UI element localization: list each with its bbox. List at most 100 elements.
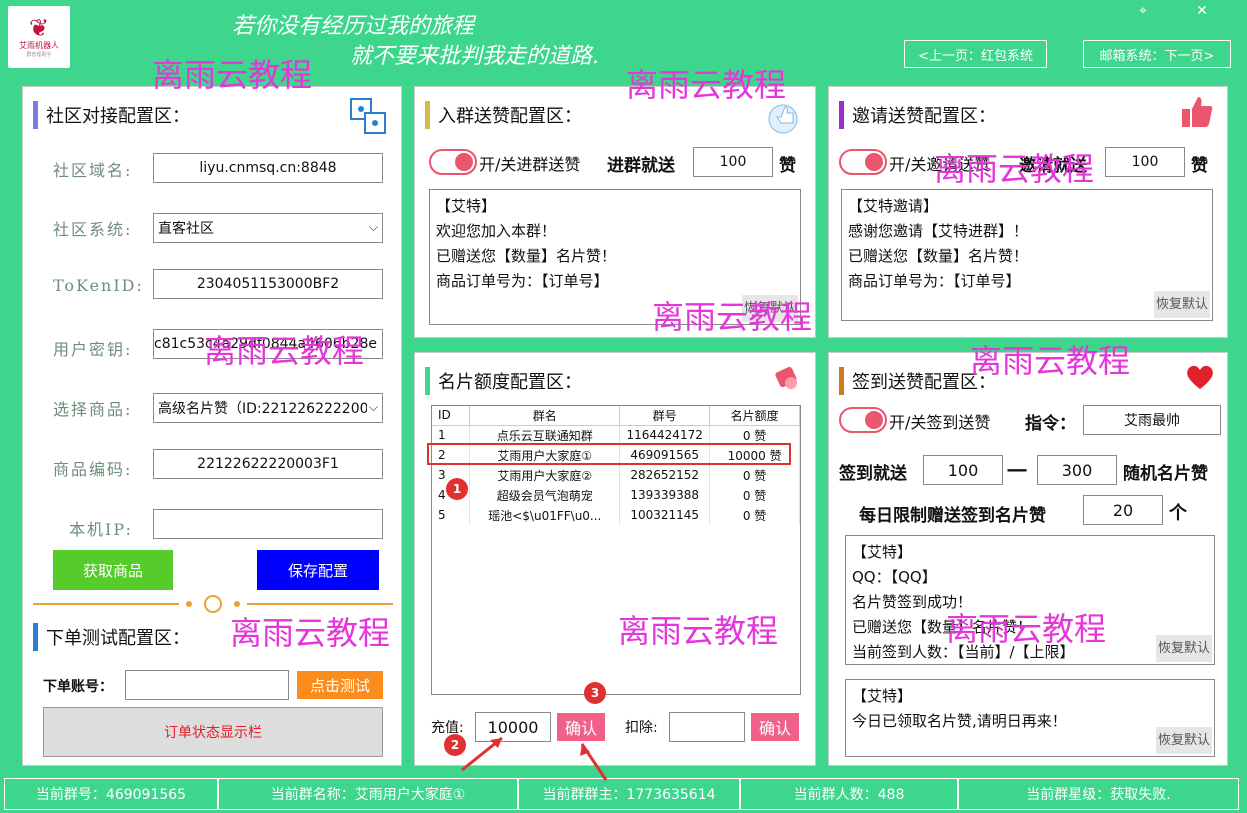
join-restore-button[interactable]: 恢复默认 <box>741 295 798 322</box>
random-label: 随机名片赞 <box>1123 464 1208 484</box>
signin-restore-button[interactable]: 恢复默认 <box>1155 635 1212 662</box>
ip-label: 本机IP: <box>69 520 133 539</box>
ornament-divider <box>33 595 393 613</box>
test-button[interactable]: 点击测试 <box>297 671 383 699</box>
message-line: 商品订单号为：【订单号】 <box>848 272 1021 290</box>
cell-number: 282652152 <box>619 465 711 485</box>
column-header[interactable]: 群名 <box>469 406 621 426</box>
card-icon <box>775 366 797 389</box>
table-row[interactable]: 4 超级会员气泡萌宠 139339388 0 赞 <box>432 485 800 505</box>
domain-label: 社区域名: <box>53 161 133 180</box>
join-message-textarea[interactable]: 【艾特】 欢迎您加入本群！ 已赠送您【数量】名片赞！ 商品订单号为：【订单号】 … <box>429 189 801 325</box>
heart-icon <box>1187 365 1213 389</box>
deduct-input[interactable] <box>669 712 745 742</box>
invite-unit: 赞 <box>1191 156 1208 176</box>
settings-icon[interactable]: ⌖ <box>1119 0 1167 22</box>
token-input[interactable]: 2304051153000BF2 <box>153 269 383 299</box>
invite-message-textarea[interactable]: 【艾特邀请】 感谢您邀请【艾特进群】！ 已赠送您【数量】名片赞！ 商品订单号为：… <box>841 189 1213 321</box>
message-line: 【艾特邀请】 <box>848 197 939 215</box>
table-row[interactable]: 1 点乐云互联通知群 1164424172 0 赞 <box>432 425 800 445</box>
join-panel: 入群送赞配置区： 开/关进群送赞 进群就送 100 赞 【艾特】 欢迎您加入本群… <box>414 86 816 338</box>
cell-name: 瑶池<$\u01FF\u0... <box>469 505 621 525</box>
join-title: 入群送赞配置区： <box>438 106 582 127</box>
column-header[interactable]: 名片额度 <box>709 406 800 426</box>
status-bar: 当前群号：469091565 当前群名称：艾雨用户大家庭① 当前群群主：1773… <box>0 776 1247 813</box>
order-test-title: 下单测试配置区： <box>46 628 190 649</box>
product-label: 选择商品: <box>53 400 133 419</box>
message-line: 商品订单号为：【订单号】 <box>436 272 609 290</box>
signin-repeat-restore-button[interactable]: 恢复默认 <box>1155 727 1212 754</box>
status-group-level: 当前群星级：获取失败. <box>958 778 1239 810</box>
domain-input[interactable]: liyu.cnmsq.cn:8848 <box>153 153 383 183</box>
like-icon <box>1182 97 1213 127</box>
system-select[interactable]: 直客社区 ⌵ <box>153 213 383 243</box>
get-products-button[interactable]: 获取商品 <box>53 550 173 590</box>
signin-title: 签到送赞配置区： <box>852 372 996 393</box>
join-send-input[interactable]: 100 <box>693 147 773 177</box>
column-header[interactable]: ID <box>432 406 471 426</box>
chevron-down-icon: ⌵ <box>366 400 378 415</box>
cell-name: 超级会员气泡萌宠 <box>469 485 621 505</box>
account-input[interactable] <box>125 670 289 700</box>
cell-name: 艾雨用户大家庭② <box>469 465 621 485</box>
invite-title: 邀请送赞配置区： <box>852 106 996 127</box>
cell-number: 100321145 <box>619 505 711 525</box>
deduct-confirm-button[interactable]: 确认 <box>751 713 799 741</box>
status-group-members: 当前群人数：488 <box>740 778 958 810</box>
system-label: 社区系统: <box>53 220 133 239</box>
account-label: 下单账号： <box>43 679 113 695</box>
command-label: 指令： <box>1025 414 1076 434</box>
signin-message-textarea[interactable]: 【艾特】 QQ：【QQ】 名片赞签到成功！ 已赠送您【数量】名片赞！ 当前签到人… <box>845 535 1215 665</box>
message-line: 已赠送您【数量】名片赞！ <box>436 247 617 265</box>
limit-label: 每日限制赠送签到名片赞 <box>859 506 1046 526</box>
message-line: 【艾特】 <box>852 543 913 561</box>
table-row[interactable]: 3 艾雨用户大家庭② 282652152 0 赞 <box>432 465 800 485</box>
annotation-marker: 3 <box>584 682 606 704</box>
invite-restore-button[interactable]: 恢复默认 <box>1153 291 1210 318</box>
signin-repeat-message-textarea[interactable]: 【艾特】 今日已领取名片赞,请明日再来！ 恢复默认 <box>845 679 1215 757</box>
product-select[interactable]: 高级名片赞（ID:221226222200 ⌵ <box>153 393 383 423</box>
system-select-value: 直客社区 <box>158 221 214 237</box>
command-input[interactable]: 艾雨最帅 <box>1083 405 1221 435</box>
signin-panel: 签到送赞配置区： 开/关签到送赞 指令： 艾雨最帅 签到就送 100 一 300… <box>828 352 1228 766</box>
cell-quota: 0 赞 <box>709 505 800 525</box>
key-input[interactable]: c81c53c4a29df0844a4606b28e <box>153 329 383 359</box>
prev-page-button[interactable]: <上一页：红包系统 <box>904 40 1047 68</box>
message-line: 【艾特】 <box>852 687 913 705</box>
cell-quota: 0 赞 <box>709 485 800 505</box>
message-line: 今日已领取名片赞,请明日再来！ <box>852 712 1067 730</box>
thumbs-up-icon <box>768 104 798 134</box>
signin-toggle[interactable] <box>839 407 887 433</box>
message-line: 已赠送您【数量】名片赞！ <box>852 618 1033 636</box>
app-logo: ❦ 艾雨机器人 群管理助手 <box>8 6 70 68</box>
code-label: 商品编码: <box>53 460 133 479</box>
join-unit: 赞 <box>779 156 796 176</box>
range-max-input[interactable]: 300 <box>1037 455 1117 485</box>
table-row[interactable]: 5 瑶池<$\u01FF\u0... 100321145 0 赞 <box>432 505 800 525</box>
message-line: 已赠送您【数量】名片赞！ <box>848 247 1029 265</box>
invite-toggle[interactable] <box>839 149 887 175</box>
next-page-button[interactable]: 邮箱系统：下一页> <box>1083 40 1231 68</box>
message-line: 当前签到人数：【当前】/【上限】 <box>852 643 1075 661</box>
column-header[interactable]: 群号 <box>619 406 711 426</box>
ip-input[interactable] <box>153 509 383 539</box>
signin-toggle-label: 开/关签到送赞 <box>889 413 991 432</box>
cell-number: 1164424172 <box>619 425 711 445</box>
join-toggle[interactable] <box>429 149 477 175</box>
message-line: 名片赞签到成功！ <box>852 593 973 611</box>
status-group-number: 当前群号：469091565 <box>4 778 218 810</box>
save-config-button[interactable]: 保存配置 <box>257 550 379 590</box>
cell-id: 5 <box>432 505 471 525</box>
phoenix-logo-icon: ❦ <box>28 14 50 42</box>
code-input[interactable]: 22122622220003F1 <box>153 449 383 479</box>
range-min-input[interactable]: 100 <box>923 455 1003 485</box>
invite-send-input[interactable]: 100 <box>1105 147 1185 177</box>
cell-name: 点乐云互联通知群 <box>469 425 621 445</box>
product-select-value: 高级名片赞（ID:221226222200 <box>158 401 369 417</box>
token-label: ToKenID: <box>53 276 144 295</box>
annotation-arrows <box>461 736 608 781</box>
close-icon[interactable]: ✕ <box>1178 0 1226 22</box>
key-label: 用户密钥: <box>53 340 133 359</box>
limit-input[interactable]: 20 <box>1083 495 1163 525</box>
range-dash: 一 <box>1007 459 1027 483</box>
